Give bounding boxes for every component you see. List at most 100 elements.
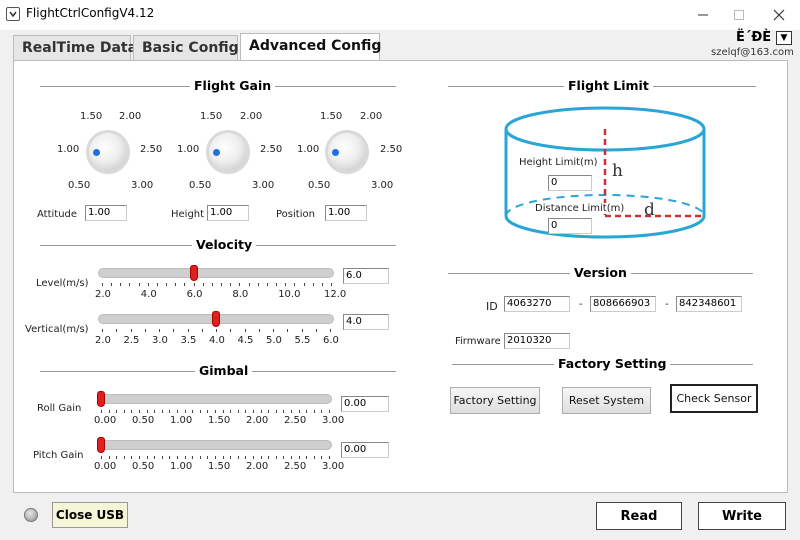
- author-email: szelqf@163.com: [711, 47, 794, 58]
- window-title: FlightCtrlConfigV4.12: [26, 6, 155, 20]
- slider-tick: [244, 329, 246, 332]
- slider-tick: [139, 410, 140, 413]
- slider-tick: [192, 410, 194, 413]
- attitude-value-field[interactable]: 1.00: [85, 205, 127, 221]
- write-button[interactable]: Write: [698, 502, 786, 530]
- slider-tick-label: 2.50: [284, 415, 307, 426]
- slider-tick: [321, 456, 323, 459]
- slider-tick: [230, 410, 232, 413]
- position-value-field[interactable]: 1.00: [325, 205, 367, 221]
- slider-tick: [156, 283, 158, 286]
- reset-system-button[interactable]: Reset System: [562, 387, 651, 414]
- knob-scale-label: 1.50: [80, 111, 103, 122]
- close-usb-button[interactable]: Close USB: [52, 502, 128, 528]
- slider-tick: [146, 456, 148, 459]
- id-part-1-field[interactable]: 4063270: [504, 296, 570, 312]
- pitch-gain-slider[interactable]: [98, 440, 332, 450]
- knob-scale-label: 3.00: [252, 180, 275, 191]
- pitch-gain-slider-thumb[interactable]: [97, 437, 105, 453]
- slider-tick-label: 3.00: [322, 461, 345, 472]
- slider-tick: [285, 283, 287, 286]
- slider-tick: [257, 283, 259, 286]
- slider-tick: [230, 456, 232, 459]
- close-button[interactable]: [756, 0, 800, 30]
- slider-tick: [248, 283, 250, 286]
- slider-tick: [215, 410, 216, 413]
- slider-tick: [331, 283, 332, 286]
- attitude-label: Attitude: [37, 209, 78, 220]
- slider-tick: [177, 456, 178, 459]
- app-icon: [6, 7, 20, 21]
- slider-tick-label: 3.5: [180, 335, 197, 346]
- slider-tick: [166, 283, 168, 286]
- distance-limit-label: Distance Limit(m): [535, 203, 625, 214]
- slider-tick: [116, 329, 118, 332]
- slider-tick: [298, 410, 300, 413]
- slider-tick: [222, 456, 224, 459]
- slider-tick: [108, 456, 110, 459]
- slider-tick: [313, 456, 315, 459]
- flight-gain-title: Flight Gain: [190, 78, 276, 93]
- slider-tick: [330, 329, 331, 332]
- slider-tick: [154, 410, 156, 413]
- distance-limit-field[interactable]: 0: [548, 218, 592, 234]
- slider-tick-label: 3.0: [152, 335, 168, 346]
- height-limit-field[interactable]: 0: [548, 175, 592, 191]
- knob-scale-label: 0.50: [189, 180, 212, 191]
- vertical-speed-slider-thumb[interactable]: [212, 311, 220, 327]
- height-gain-knob[interactable]: [209, 133, 247, 171]
- roll-gain-slider[interactable]: [98, 394, 332, 404]
- level-speed-slider-thumb[interactable]: [190, 265, 198, 281]
- tab-realtime-data[interactable]: RealTime Data: [13, 35, 137, 60]
- firmware-field[interactable]: 2010320: [504, 333, 570, 349]
- slider-tick: [146, 410, 148, 413]
- level-speed-value-field[interactable]: 6.0: [343, 268, 389, 284]
- slider-tick: [301, 329, 303, 332]
- slider-tick: [131, 456, 133, 459]
- slider-tick: [291, 410, 292, 413]
- slider-tick-label: 1.00: [170, 461, 193, 472]
- id-part-3-field[interactable]: 842348601: [676, 296, 742, 312]
- attitude-gain-knob[interactable]: [89, 133, 127, 171]
- slider-tick: [306, 410, 308, 413]
- slider-tick: [216, 329, 217, 332]
- knob-scale-label: 2.50: [260, 144, 283, 155]
- knob-scale-label: 3.00: [371, 180, 394, 191]
- slider-tick: [169, 410, 171, 413]
- roll-gain-slider-thumb[interactable]: [97, 391, 105, 407]
- velocity-title: Velocity: [192, 237, 257, 252]
- slider-tick: [154, 456, 156, 459]
- slider-tick: [275, 456, 277, 459]
- slider-tick: [260, 456, 262, 459]
- slider-tick-label: 4.0: [209, 335, 225, 346]
- id-part-2-field[interactable]: 808666903: [590, 296, 656, 312]
- slider-tick: [173, 329, 175, 332]
- slider-tick-label: 6.0: [323, 335, 339, 346]
- slider-tick: [131, 410, 133, 413]
- read-button[interactable]: Read: [596, 502, 682, 530]
- slider-tick-label: 8.0: [232, 289, 249, 300]
- check-sensor-button[interactable]: Check Sensor: [670, 384, 758, 413]
- roll-gain-value-field[interactable]: 0.00: [341, 396, 389, 412]
- height-mark: h: [612, 161, 623, 181]
- tab-basic-config[interactable]: Basic Config: [133, 35, 239, 60]
- pitch-gain-value-field[interactable]: 0.00: [341, 442, 389, 458]
- knob-scale-label: 0.50: [308, 180, 331, 191]
- slider-tick: [116, 456, 118, 459]
- slider-tick-label: 2.50: [284, 461, 307, 472]
- slider-tick: [161, 456, 163, 459]
- flight-limit-title: Flight Limit: [564, 78, 653, 93]
- slider-tick: [111, 283, 113, 286]
- height-value-field[interactable]: 1.00: [207, 205, 249, 221]
- distance-mark: d: [644, 200, 655, 220]
- vertical-speed-value-field[interactable]: 4.0: [343, 314, 389, 330]
- language-dropdown-icon[interactable]: ▼: [776, 31, 792, 45]
- level-speed-slider[interactable]: [98, 268, 334, 278]
- tab-advanced-config[interactable]: Advanced Config: [240, 33, 381, 60]
- position-gain-knob[interactable]: [328, 133, 366, 171]
- knob-scale-label: 1.00: [177, 144, 200, 155]
- factory-setting-button[interactable]: Factory Setting: [450, 387, 540, 414]
- slider-tick-label: 2.0: [95, 289, 111, 300]
- id-label: ID: [486, 300, 498, 313]
- slider-tick-label: 1.50: [208, 415, 231, 426]
